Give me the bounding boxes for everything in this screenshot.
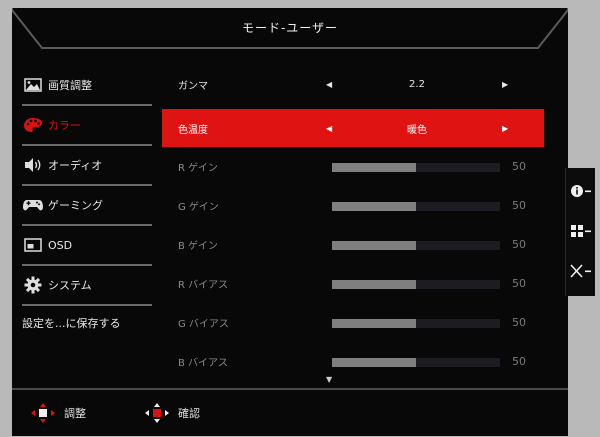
g-bias-label: G バイアス	[178, 318, 229, 330]
r-bias-row[interactable]: R バイアス 50	[162, 265, 544, 301]
b-bias-label: B バイアス	[178, 357, 229, 369]
r-gain-label: R ゲイン	[178, 162, 218, 174]
b-bias-slider[interactable]	[332, 358, 500, 367]
side-panel	[565, 168, 595, 296]
picture-icon	[22, 76, 44, 94]
adjust-hint: 調整	[30, 402, 86, 424]
b-gain-slider[interactable]	[332, 241, 500, 250]
sidebar-item-color[interactable]: カラー	[22, 106, 152, 144]
r-gain-value: 50	[512, 160, 526, 173]
arrow-right-icon[interactable]: ▶	[502, 80, 508, 89]
sidebar-item-label: 画質調整	[48, 79, 92, 92]
g-gain-label: G ゲイン	[178, 201, 219, 213]
color-temp-row[interactable]: 色温度 ◀ 暖色 ▶	[162, 109, 544, 147]
color-temp-label: 色温度	[178, 124, 208, 136]
b-gain-row[interactable]: B ゲイン 50	[162, 226, 544, 262]
sidebar-item-audio[interactable]: オーディオ	[22, 146, 152, 184]
sidebar-item-label: 設定を...に保存する	[22, 317, 121, 330]
dpad-adjust-icon	[31, 403, 55, 423]
slider-fill	[332, 163, 416, 172]
sidebar-item-gaming[interactable]: ゲーミング	[22, 186, 152, 224]
close-icon	[570, 264, 591, 278]
title-bar: モード-ユーザー	[12, 8, 568, 52]
arrow-left-icon[interactable]: ◀	[326, 124, 332, 133]
g-gain-row[interactable]: G ゲイン 50	[162, 187, 544, 223]
confirm-label: 確認	[178, 407, 200, 420]
slider-fill	[332, 202, 416, 211]
gear-icon	[22, 276, 44, 294]
sidebar-item-label: ゲーミング	[48, 199, 103, 212]
page-title: モード-ユーザー	[241, 21, 339, 35]
slider-fill	[332, 319, 416, 328]
menu-button[interactable]	[569, 218, 595, 244]
g-gain-slider[interactable]	[332, 202, 500, 211]
gamma-value: 2.2	[409, 78, 425, 90]
r-bias-slider[interactable]	[332, 280, 500, 289]
g-gain-value: 50	[512, 199, 526, 212]
slider-fill	[332, 241, 416, 250]
sidebar-item-save-settings[interactable]: 設定を...に保存する	[22, 304, 152, 342]
slider-fill	[332, 280, 416, 289]
arrow-right-icon[interactable]: ▶	[502, 124, 508, 133]
info-icon	[571, 185, 591, 197]
b-bias-value: 50	[512, 355, 526, 368]
osd-menu: モード-ユーザー 画質調整 カラー オーディオ ゲーミング OSD システム 設…	[12, 8, 568, 436]
close-button[interactable]	[569, 258, 595, 284]
sidebar-item-label: カラー	[48, 119, 81, 132]
footer: 調整 確認	[12, 390, 568, 436]
b-gain-value: 50	[512, 238, 526, 251]
gamma-row[interactable]: ガンマ ◀ 2.2 ▶	[162, 66, 544, 102]
r-gain-row[interactable]: R ゲイン 50	[162, 148, 544, 184]
adjust-label: 調整	[64, 407, 86, 420]
sidebar-item-label: OSD	[48, 238, 73, 252]
dpad-confirm-icon	[145, 403, 169, 423]
gamma-label: ガンマ	[178, 80, 208, 92]
g-bias-row[interactable]: G バイアス 50	[162, 304, 544, 340]
gamepad-icon	[22, 196, 44, 214]
palette-icon	[22, 116, 44, 134]
sidebar-item-system[interactable]: システム	[22, 266, 152, 304]
sidebar-item-osd[interactable]: OSD	[22, 226, 152, 264]
color-temp-value: 暖色	[407, 124, 427, 136]
osd-icon	[22, 236, 44, 254]
r-bias-value: 50	[512, 277, 526, 290]
g-bias-slider[interactable]	[332, 319, 500, 328]
speaker-icon	[22, 156, 44, 174]
sidebar-item-label: システム	[48, 279, 92, 292]
sidebar-item-picture[interactable]: 画質調整	[22, 66, 152, 104]
slider-fill	[332, 358, 416, 367]
grid-icon	[571, 225, 591, 237]
b-gain-label: B ゲイン	[178, 240, 218, 252]
b-bias-row[interactable]: B バイアス 50	[162, 343, 544, 379]
scroll-down-icon[interactable]: ▼	[326, 375, 332, 384]
g-bias-value: 50	[512, 316, 526, 329]
r-bias-label: R バイアス	[178, 279, 229, 291]
sidebar-item-label: オーディオ	[48, 159, 103, 172]
arrow-left-icon[interactable]: ◀	[326, 80, 332, 89]
confirm-hint: 確認	[144, 402, 200, 424]
r-gain-slider[interactable]	[332, 163, 500, 172]
info-button[interactable]	[569, 178, 595, 204]
